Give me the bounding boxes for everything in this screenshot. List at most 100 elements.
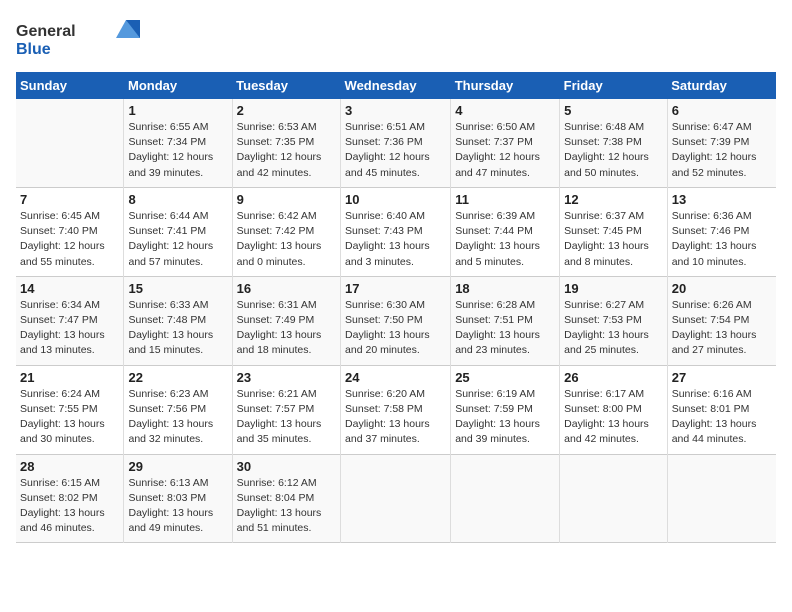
- cell-5-5: [451, 454, 560, 543]
- day-number: 14: [20, 281, 119, 296]
- cell-5-3: 30 Sunrise: 6:12 AMSunset: 8:04 PMDayligh…: [232, 454, 340, 543]
- cell-info: Sunrise: 6:40 AMSunset: 7:43 PMDaylight:…: [345, 209, 446, 270]
- cell-3-3: 16 Sunrise: 6:31 AMSunset: 7:49 PMDayligh…: [232, 276, 340, 365]
- cell-4-7: 27 Sunrise: 6:16 AMSunset: 8:01 PMDayligh…: [667, 365, 776, 454]
- day-number: 11: [455, 192, 555, 207]
- cell-info: Sunrise: 6:12 AMSunset: 8:04 PMDaylight:…: [237, 476, 336, 537]
- week-row-1: 1 Sunrise: 6:55 AMSunset: 7:34 PMDaylight…: [16, 99, 776, 187]
- week-row-5: 28 Sunrise: 6:15 AMSunset: 8:02 PMDayligh…: [16, 454, 776, 543]
- cell-5-2: 29 Sunrise: 6:13 AMSunset: 8:03 PMDayligh…: [124, 454, 232, 543]
- day-number: 10: [345, 192, 446, 207]
- day-number: 26: [564, 370, 663, 385]
- logo-svg: General Blue: [16, 16, 146, 60]
- cell-2-3: 9 Sunrise: 6:42 AMSunset: 7:42 PMDaylight…: [232, 187, 340, 276]
- cell-1-5: 4Sunrise: 6:50 AMSunset: 7:37 PMDaylight…: [451, 99, 560, 187]
- cell-info: Sunrise: 6:26 AMSunset: 7:54 PMDaylight:…: [672, 298, 772, 359]
- cell-info: Sunrise: 6:45 AMSunset: 7:40 PMDaylight:…: [20, 209, 119, 270]
- svg-text:Blue: Blue: [16, 41, 51, 58]
- cell-5-7: [667, 454, 776, 543]
- week-row-3: 14 Sunrise: 6:34 AMSunset: 7:47 PMDayligh…: [16, 276, 776, 365]
- day-number: 17: [345, 281, 446, 296]
- cell-5-6: [560, 454, 668, 543]
- day-number: 16: [237, 281, 336, 296]
- cell-2-6: 12 Sunrise: 6:37 AMSunset: 7:45 PMDayligh…: [560, 187, 668, 276]
- day-header-monday: Monday: [124, 72, 232, 99]
- cell-info: Sunrise: 6:51 AMSunset: 7:36 PMDaylight:…: [345, 120, 446, 181]
- cell-5-4: [341, 454, 451, 543]
- svg-text:General: General: [16, 23, 76, 40]
- cell-1-6: 5 Sunrise: 6:48 AMSunset: 7:38 PMDaylight…: [560, 99, 668, 187]
- cell-info: Sunrise: 6:34 AMSunset: 7:47 PMDaylight:…: [20, 298, 119, 359]
- days-header-row: SundayMondayTuesdayWednesdayThursdayFrid…: [16, 72, 776, 99]
- day-number: 2: [237, 103, 336, 118]
- cell-2-5: 11 Sunrise: 6:39 AMSunset: 7:44 PMDayligh…: [451, 187, 560, 276]
- day-number: 28: [20, 459, 119, 474]
- cell-info: Sunrise: 6:37 AMSunset: 7:45 PMDaylight:…: [564, 209, 663, 270]
- day-number: 30: [237, 459, 336, 474]
- logo: General Blue: [16, 16, 146, 60]
- cell-info: Sunrise: 6:39 AMSunset: 7:44 PMDaylight:…: [455, 209, 555, 270]
- day-number: 9: [237, 192, 336, 207]
- day-header-tuesday: Tuesday: [232, 72, 340, 99]
- day-number: 22: [128, 370, 227, 385]
- day-number: 12: [564, 192, 663, 207]
- cell-4-1: 21 Sunrise: 6:24 AMSunset: 7:55 PMDayligh…: [16, 365, 124, 454]
- cell-info: Sunrise: 6:53 AMSunset: 7:35 PMDaylight:…: [237, 120, 336, 181]
- day-number: 6: [672, 103, 772, 118]
- cell-4-3: 23 Sunrise: 6:21 AMSunset: 7:57 PMDayligh…: [232, 365, 340, 454]
- cell-2-7: 13 Sunrise: 6:36 AMSunset: 7:46 PMDayligh…: [667, 187, 776, 276]
- cell-info: Sunrise: 6:47 AMSunset: 7:39 PMDaylight:…: [672, 120, 772, 181]
- day-number: 24: [345, 370, 446, 385]
- cell-info: Sunrise: 6:24 AMSunset: 7:55 PMDaylight:…: [20, 387, 119, 448]
- day-header-friday: Friday: [560, 72, 668, 99]
- cell-2-2: 8Sunrise: 6:44 AMSunset: 7:41 PMDaylight…: [124, 187, 232, 276]
- day-number: 20: [672, 281, 772, 296]
- cell-3-4: 17 Sunrise: 6:30 AMSunset: 7:50 PMDayligh…: [341, 276, 451, 365]
- cell-info: Sunrise: 6:42 AMSunset: 7:42 PMDaylight:…: [237, 209, 336, 270]
- cell-3-7: 20 Sunrise: 6:26 AMSunset: 7:54 PMDayligh…: [667, 276, 776, 365]
- cell-info: Sunrise: 6:28 AMSunset: 7:51 PMDaylight:…: [455, 298, 555, 359]
- cell-3-6: 19 Sunrise: 6:27 AMSunset: 7:53 PMDayligh…: [560, 276, 668, 365]
- cell-info: Sunrise: 6:17 AMSunset: 8:00 PMDaylight:…: [564, 387, 663, 448]
- cell-4-4: 24 Sunrise: 6:20 AMSunset: 7:58 PMDayligh…: [341, 365, 451, 454]
- cell-info: Sunrise: 6:50 AMSunset: 7:37 PMDaylight:…: [455, 120, 555, 181]
- day-number: 5: [564, 103, 663, 118]
- cell-5-1: 28 Sunrise: 6:15 AMSunset: 8:02 PMDayligh…: [16, 454, 124, 543]
- cell-info: Sunrise: 6:19 AMSunset: 7:59 PMDaylight:…: [455, 387, 555, 448]
- day-header-wednesday: Wednesday: [341, 72, 451, 99]
- day-number: 27: [672, 370, 772, 385]
- cell-info: Sunrise: 6:23 AMSunset: 7:56 PMDaylight:…: [128, 387, 227, 448]
- day-header-thursday: Thursday: [451, 72, 560, 99]
- cell-4-5: 25 Sunrise: 6:19 AMSunset: 7:59 PMDayligh…: [451, 365, 560, 454]
- cell-info: Sunrise: 6:15 AMSunset: 8:02 PMDaylight:…: [20, 476, 119, 537]
- cell-info: Sunrise: 6:21 AMSunset: 7:57 PMDaylight:…: [237, 387, 336, 448]
- day-number: 18: [455, 281, 555, 296]
- day-number: 25: [455, 370, 555, 385]
- day-number: 13: [672, 192, 772, 207]
- cell-info: Sunrise: 6:16 AMSunset: 8:01 PMDaylight:…: [672, 387, 772, 448]
- cell-info: Sunrise: 6:55 AMSunset: 7:34 PMDaylight:…: [128, 120, 227, 181]
- day-number: 29: [128, 459, 227, 474]
- cell-4-2: 22 Sunrise: 6:23 AMSunset: 7:56 PMDayligh…: [124, 365, 232, 454]
- cell-1-7: 6 Sunrise: 6:47 AMSunset: 7:39 PMDaylight…: [667, 99, 776, 187]
- cell-info: Sunrise: 6:27 AMSunset: 7:53 PMDaylight:…: [564, 298, 663, 359]
- day-number: 21: [20, 370, 119, 385]
- cell-info: Sunrise: 6:33 AMSunset: 7:48 PMDaylight:…: [128, 298, 227, 359]
- cell-info: Sunrise: 6:36 AMSunset: 7:46 PMDaylight:…: [672, 209, 772, 270]
- day-number: 8: [128, 192, 227, 207]
- cell-info: Sunrise: 6:31 AMSunset: 7:49 PMDaylight:…: [237, 298, 336, 359]
- day-number: 1: [128, 103, 227, 118]
- cell-1-3: 2 Sunrise: 6:53 AMSunset: 7:35 PMDaylight…: [232, 99, 340, 187]
- cell-info: Sunrise: 6:30 AMSunset: 7:50 PMDaylight:…: [345, 298, 446, 359]
- cell-info: Sunrise: 6:13 AMSunset: 8:03 PMDaylight:…: [128, 476, 227, 537]
- day-number: 23: [237, 370, 336, 385]
- day-number: 19: [564, 281, 663, 296]
- cell-2-4: 10 Sunrise: 6:40 AMSunset: 7:43 PMDayligh…: [341, 187, 451, 276]
- day-number: 7: [20, 192, 119, 207]
- cell-info: Sunrise: 6:20 AMSunset: 7:58 PMDaylight:…: [345, 387, 446, 448]
- cell-info: Sunrise: 6:48 AMSunset: 7:38 PMDaylight:…: [564, 120, 663, 181]
- cell-1-1: [16, 99, 124, 187]
- week-row-2: 7 Sunrise: 6:45 AMSunset: 7:40 PMDaylight…: [16, 187, 776, 276]
- cell-3-2: 15 Sunrise: 6:33 AMSunset: 7:48 PMDayligh…: [124, 276, 232, 365]
- day-number: 15: [128, 281, 227, 296]
